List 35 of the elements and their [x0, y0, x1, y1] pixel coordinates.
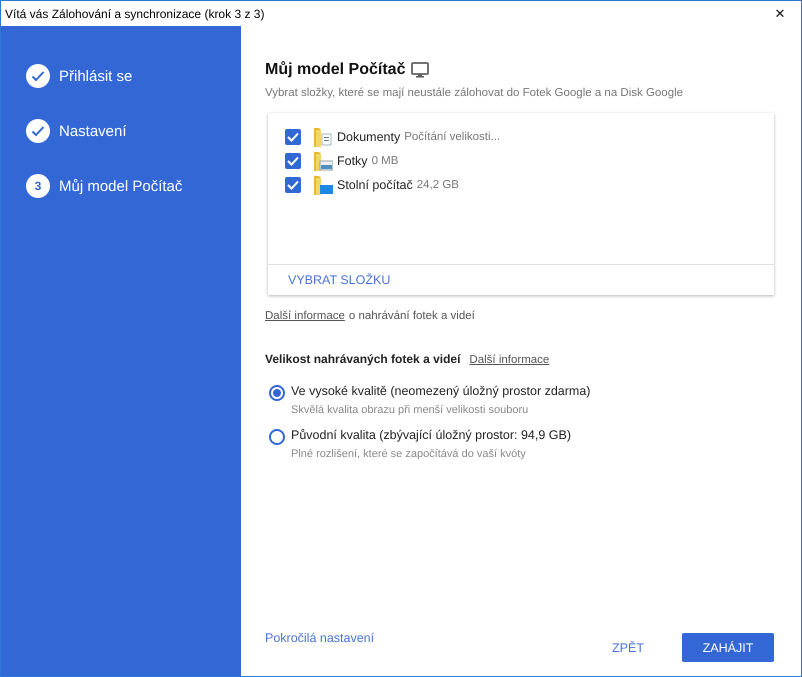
page-heading: Můj model Počítač — [265, 61, 406, 79]
more-info-link[interactable]: Další informace — [469, 354, 550, 366]
subtitle: Vybrat složky, které se mají neustále zálohovat do Fotek Google a na Disk Google — [265, 87, 684, 99]
folder-size: 24,2 GB — [416, 178, 459, 190]
window-title: Vítá vás Zálohování a synchronizace (krok 3 z 3) — [5, 6, 264, 20]
folder-name: Stolní počítač — [337, 178, 413, 192]
checkbox[interactable] — [285, 152, 301, 168]
option-description: Plné rozlišení, které se započítává do vaší kvóty — [291, 448, 527, 460]
folder-icon — [313, 126, 333, 148]
checkbox[interactable] — [285, 176, 301, 192]
radio-button[interactable] — [269, 429, 285, 445]
choose-folder-button[interactable]: VYBRAT SLOŽKU — [288, 273, 390, 287]
advanced-settings-link[interactable]: Pokročilá nastavení — [265, 631, 374, 645]
monitor-icon — [411, 62, 430, 78]
folder-icon — [313, 150, 333, 172]
back-button[interactable]: ZPĚT — [598, 633, 658, 662]
step-label: Nastavení — [59, 122, 127, 140]
step-number: 3 — [26, 174, 50, 198]
radio-button[interactable] — [269, 385, 285, 401]
folder-size: Počítání velikosti... — [404, 130, 500, 142]
folder-name: Fotky — [337, 154, 368, 168]
option-label: Ve vysoké kvalitě (neomezený úložný prostor zdarma) — [291, 384, 590, 398]
checkbox[interactable] — [285, 128, 301, 144]
close-button[interactable]: ✕ — [765, 1, 795, 26]
option-description: Skvělá kvalita obrazu při menší velikosti souboru — [291, 404, 530, 416]
section-title: Velikost nahrávaných fotek a videí — [265, 352, 460, 366]
more-info-link[interactable]: Další informace — [265, 310, 345, 322]
step-label: Přihlásit se — [59, 68, 132, 84]
start-button[interactable]: ZAHÁJIT — [682, 633, 774, 662]
folder-size: 0 MB — [372, 154, 398, 166]
info-text: o nahrávání fotek a videí — [348, 310, 475, 322]
step-label: Můj model Počítač — [59, 178, 182, 194]
option-label: Původní kvalita (zbývající úložný prostor: 94,9 GB) — [291, 428, 571, 442]
folder-icon — [313, 174, 333, 196]
folder-name: Dokumenty — [337, 130, 400, 144]
